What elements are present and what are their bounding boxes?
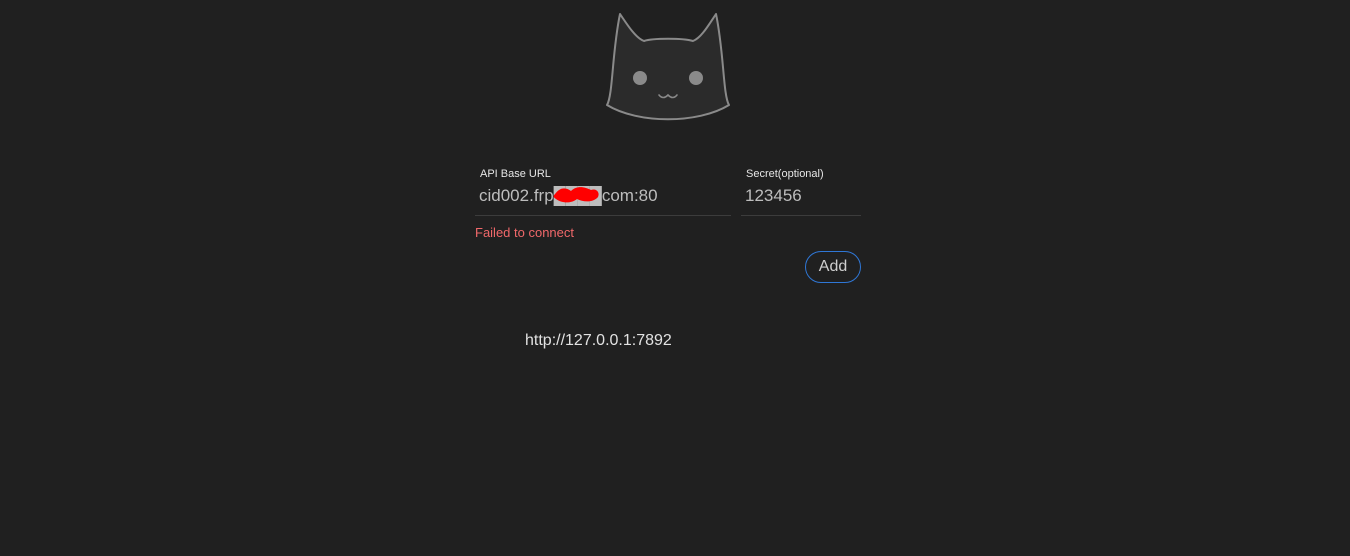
clash-dashboard-setup: API Base URL Secret(optional) Failed to … <box>0 0 1350 556</box>
cat-face-icon <box>606 13 730 121</box>
connection-error-message: Failed to connect <box>475 225 575 240</box>
api-base-url-field: API Base URL <box>475 166 731 216</box>
api-base-url-label: API Base URL <box>480 168 551 180</box>
api-base-url-input[interactable] <box>479 184 727 208</box>
secret-label: Secret(optional) <box>746 168 824 180</box>
add-button[interactable]: Add <box>805 251 861 283</box>
secret-field: Secret(optional) <box>741 166 861 216</box>
backend-list-item[interactable]: http://127.0.0.1:7892 <box>525 332 672 350</box>
secret-input[interactable] <box>745 184 857 208</box>
